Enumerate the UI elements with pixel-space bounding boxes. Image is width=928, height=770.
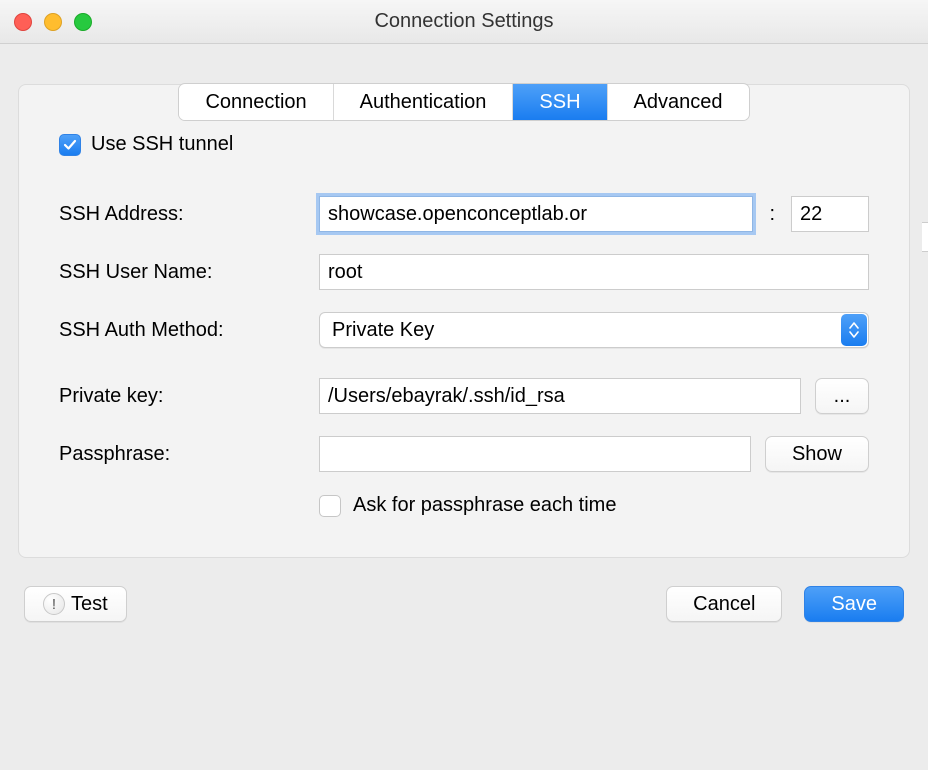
private-key-label: Private key: — [59, 385, 319, 408]
ssh-panel: Use SSH tunnel SSH Address: : SSH User N… — [18, 84, 910, 558]
use-ssh-tunnel-row: Use SSH tunnel — [59, 133, 869, 156]
ssh-username-label: SSH User Name: — [59, 261, 319, 284]
tab-authentication[interactable]: Authentication — [334, 84, 514, 120]
window-titlebar: Connection Settings — [0, 0, 928, 44]
close-window-button[interactable] — [14, 13, 32, 31]
ask-passphrase-row: Ask for passphrase each time — [319, 494, 869, 517]
ssh-auth-method-select[interactable]: Private Key — [319, 312, 869, 348]
tabs: Connection Authentication SSH Advanced — [18, 84, 910, 120]
use-ssh-tunnel-checkbox[interactable] — [59, 134, 81, 156]
tab-advanced[interactable]: Advanced — [608, 84, 749, 120]
test-button-label: Test — [71, 593, 108, 616]
footer-buttons: ! Test Cancel Save — [18, 586, 910, 622]
window-title: Connection Settings — [0, 10, 928, 33]
exclamation-icon: ! — [43, 593, 65, 615]
zoom-window-button[interactable] — [74, 13, 92, 31]
content-area: Connection Authentication SSH Advanced U… — [0, 44, 928, 770]
address-port-separator: : — [767, 203, 777, 226]
traffic-lights — [0, 13, 92, 31]
minimize-window-button[interactable] — [44, 13, 62, 31]
passphrase-label: Passphrase: — [59, 443, 319, 466]
save-button[interactable]: Save — [804, 586, 904, 622]
tab-connection[interactable]: Connection — [179, 84, 333, 120]
ssh-address-input[interactable] — [319, 196, 753, 232]
ssh-username-input[interactable] — [319, 254, 869, 290]
ssh-auth-method-value: Private Key — [332, 319, 434, 342]
tab-ssh[interactable]: SSH — [513, 84, 607, 120]
adjacent-window-edge — [922, 222, 928, 252]
ssh-port-input[interactable] — [791, 196, 869, 232]
passphrase-input[interactable] — [319, 436, 751, 472]
select-arrows-icon — [841, 314, 867, 346]
cancel-button[interactable]: Cancel — [666, 586, 782, 622]
check-icon — [62, 137, 78, 153]
browse-private-key-button[interactable]: ... — [815, 378, 869, 414]
ssh-address-label: SSH Address: — [59, 203, 319, 226]
use-ssh-tunnel-label: Use SSH tunnel — [91, 133, 233, 156]
ssh-auth-method-label: SSH Auth Method: — [59, 319, 319, 342]
tab-segment: Connection Authentication SSH Advanced — [179, 84, 748, 120]
ask-passphrase-label: Ask for passphrase each time — [353, 494, 616, 517]
show-passphrase-button[interactable]: Show — [765, 436, 869, 472]
test-button[interactable]: ! Test — [24, 586, 127, 622]
private-key-input[interactable] — [319, 378, 801, 414]
ask-passphrase-checkbox[interactable] — [319, 495, 341, 517]
